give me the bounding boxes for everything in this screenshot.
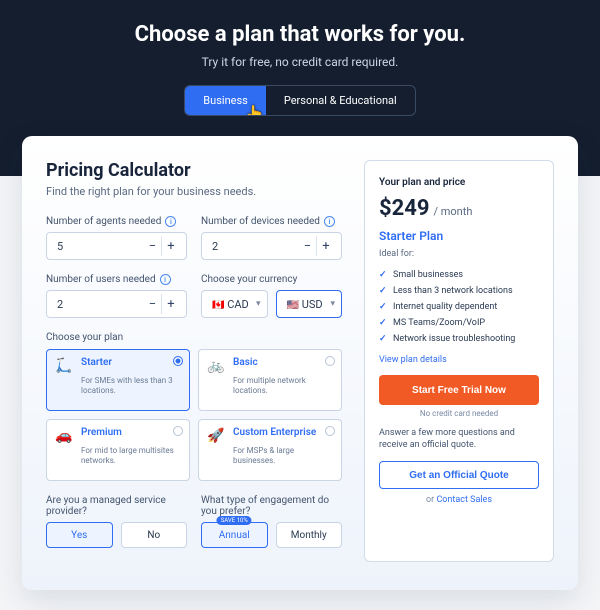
start-trial-button[interactable]: Start Free Trial Now [379, 375, 539, 405]
cursor-icon: 👆 [245, 104, 265, 116]
plus-icon[interactable]: + [162, 294, 180, 314]
agents-stepper[interactable]: 5 −+ [46, 232, 187, 260]
agents-label: Number of agents needed [46, 216, 161, 227]
feature-item: Network issue troubleshooting [379, 331, 539, 347]
engagement-label: What type of engagement do you prefer? [201, 495, 342, 517]
page-subtitle: Try it for free, no credit card required… [20, 55, 580, 69]
no-card-note: No credit card needed [379, 409, 539, 418]
minus-icon[interactable]: − [144, 236, 162, 256]
minus-icon[interactable]: − [299, 236, 317, 256]
engagement-annual-button[interactable]: SAVE 10% Annual [201, 522, 268, 548]
users-value: 2 [57, 298, 144, 311]
minus-icon[interactable]: − [144, 294, 162, 314]
plan-label: Choose your plan [46, 332, 123, 343]
info-icon[interactable]: i [160, 274, 171, 285]
rocket-icon: 🚀 [207, 427, 225, 445]
flag-icon: 🇨🇦 [212, 300, 224, 311]
plan-option-starter[interactable]: 🛴 StarterFor SMEs with less than 3 locat… [46, 349, 190, 411]
radio-icon [173, 356, 183, 366]
feature-item: MS Teams/Zoom/VoIP [379, 315, 539, 331]
radio-icon [173, 426, 183, 436]
save-badge: SAVE 10% [217, 516, 252, 525]
radio-icon [325, 426, 335, 436]
plus-icon[interactable]: + [317, 236, 335, 256]
chevron-down-icon: ▾ [256, 299, 261, 309]
engagement-monthly-button[interactable]: Monthly [276, 522, 343, 548]
or-text: or Contact Sales [379, 495, 539, 505]
radio-icon [325, 356, 335, 366]
ideal-label: Ideal for: [379, 249, 539, 259]
feature-list: Small businesses Less than 3 network loc… [379, 267, 539, 347]
chevron-down-icon: ▾ [330, 299, 335, 309]
feature-item: Small businesses [379, 267, 539, 283]
devices-label: Number of devices needed [201, 216, 320, 227]
currency-option-usd[interactable]: 🇺🇸 USD▾ [276, 290, 343, 318]
plus-icon[interactable]: + [162, 236, 180, 256]
feature-item: Internet quality dependent [379, 299, 539, 315]
info-icon[interactable]: i [165, 216, 176, 227]
agents-value: 5 [57, 240, 144, 253]
msp-yes-button[interactable]: Yes [46, 522, 113, 548]
contact-sales-link[interactable]: Contact Sales [436, 495, 492, 505]
get-quote-button[interactable]: Get an Official Quote [379, 461, 539, 489]
car-icon: 🚗 [55, 427, 73, 445]
msp-label: Are you a managed service provider? [46, 495, 187, 517]
summary-panel: Your plan and price $249 / month Starter… [364, 160, 554, 562]
bike-icon: 🚲 [207, 357, 225, 375]
price-period: / month [433, 205, 472, 218]
info-icon[interactable]: i [324, 216, 335, 227]
devices-stepper[interactable]: 2 −+ [201, 232, 342, 260]
devices-value: 2 [212, 240, 299, 253]
view-details-link[interactable]: View plan details [379, 355, 539, 365]
plan-option-premium[interactable]: 🚗 PremiumFor mid to large multisites net… [46, 419, 190, 481]
plan-option-basic[interactable]: 🚲 BasicFor multiple network locations. [198, 349, 342, 411]
plan-option-enterprise[interactable]: 🚀 Custom EnterpriseFor MSPs & large busi… [198, 419, 342, 481]
msp-no-button[interactable]: No [121, 522, 188, 548]
audience-tabs: Business Personal & Educational 👆 [184, 85, 415, 116]
summary-header: Your plan and price [379, 177, 539, 188]
flag-icon: 🇺🇸 [287, 300, 299, 311]
selected-plan-name: Starter Plan [379, 229, 539, 243]
currency-label: Choose your currency [201, 274, 297, 285]
currency-option-cad[interactable]: 🇨🇦 CAD▾ [201, 290, 268, 318]
scooter-icon: 🛴 [55, 357, 73, 375]
calculator-subtitle: Find the right plan for your business ne… [46, 185, 342, 198]
page-title: Choose a plan that works for you. [20, 22, 580, 47]
price-value: $249 [379, 196, 430, 221]
calculator-title: Pricing Calculator [46, 160, 342, 181]
answer-more-text: Answer a few more questions and receive … [379, 428, 539, 451]
users-stepper[interactable]: 2 −+ [46, 290, 187, 318]
users-label: Number of users needed [46, 274, 156, 285]
tab-personal[interactable]: Personal & Educational [266, 86, 415, 115]
feature-item: Less than 3 network locations [379, 283, 539, 299]
